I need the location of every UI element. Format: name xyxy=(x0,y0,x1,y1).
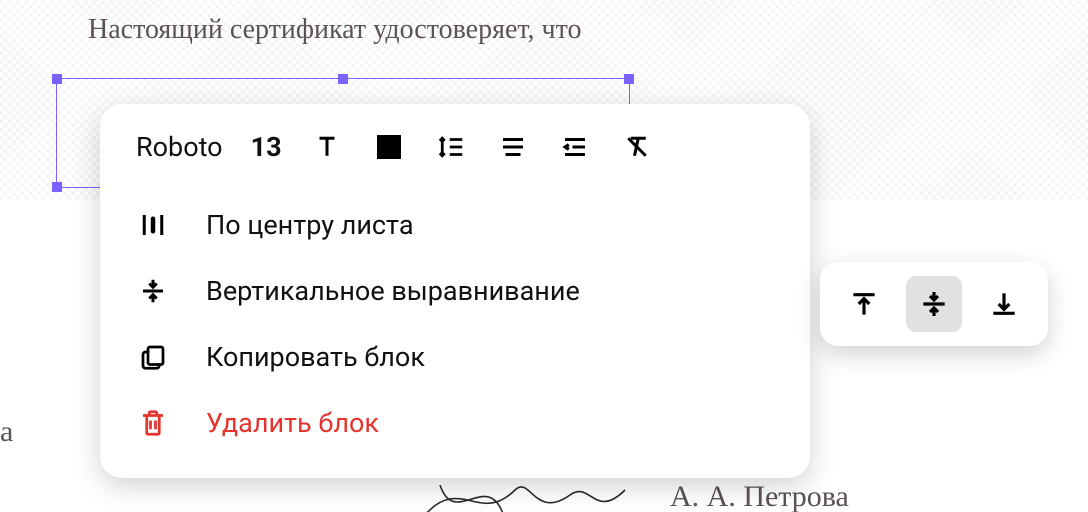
menu-copy-block[interactable]: Копировать блок xyxy=(100,324,810,390)
certificate-header-text: Настоящий сертификат удостоверяет, что xyxy=(88,14,581,46)
menu-label: Копировать блок xyxy=(206,341,425,373)
align-middle-button[interactable] xyxy=(906,276,962,332)
text-align-icon[interactable] xyxy=(496,130,530,164)
signer2-name: А. А. Петрова xyxy=(670,480,849,512)
menu-label: Удалить блок xyxy=(206,407,379,439)
center-horizontal-icon xyxy=(136,208,170,242)
editor-canvas: Настоящий сертификат удостоверяет, что а… xyxy=(0,0,1088,512)
vertical-align-flyout xyxy=(820,262,1048,346)
clear-formatting-icon[interactable] xyxy=(620,130,654,164)
menu-vertical-align[interactable]: Вертикальное выравнивание xyxy=(100,258,810,324)
text-format-toolbar: Roboto 13 xyxy=(100,126,810,184)
align-bottom-button[interactable] xyxy=(976,276,1032,332)
text-block-context-panel: Roboto 13 xyxy=(100,104,810,478)
block-actions-menu: По центру листа Вертикальное выравнивани… xyxy=(100,184,810,456)
resize-handle-top-left[interactable] xyxy=(52,74,62,84)
menu-label: По центру листа xyxy=(206,209,414,241)
menu-label: Вертикальное выравнивание xyxy=(206,275,580,307)
menu-delete-block[interactable]: Удалить блок xyxy=(100,390,810,456)
text-style-icon[interactable] xyxy=(310,130,344,164)
resize-handle-top-center[interactable] xyxy=(338,74,348,84)
text-color-icon[interactable] xyxy=(372,130,406,164)
resize-handle-bottom-left[interactable] xyxy=(52,182,62,192)
font-family-picker[interactable]: Roboto xyxy=(136,131,223,163)
indent-icon[interactable] xyxy=(558,130,592,164)
cropped-text-left: а xyxy=(0,415,13,449)
font-size-picker[interactable]: 13 xyxy=(251,131,282,163)
align-top-button[interactable] xyxy=(836,276,892,332)
menu-center-on-sheet[interactable]: По центру листа xyxy=(100,192,810,258)
line-height-icon[interactable] xyxy=(434,130,468,164)
copy-icon xyxy=(136,340,170,374)
resize-handle-top-right[interactable] xyxy=(624,74,634,84)
trash-icon xyxy=(136,406,170,440)
vertical-align-icon xyxy=(136,274,170,308)
